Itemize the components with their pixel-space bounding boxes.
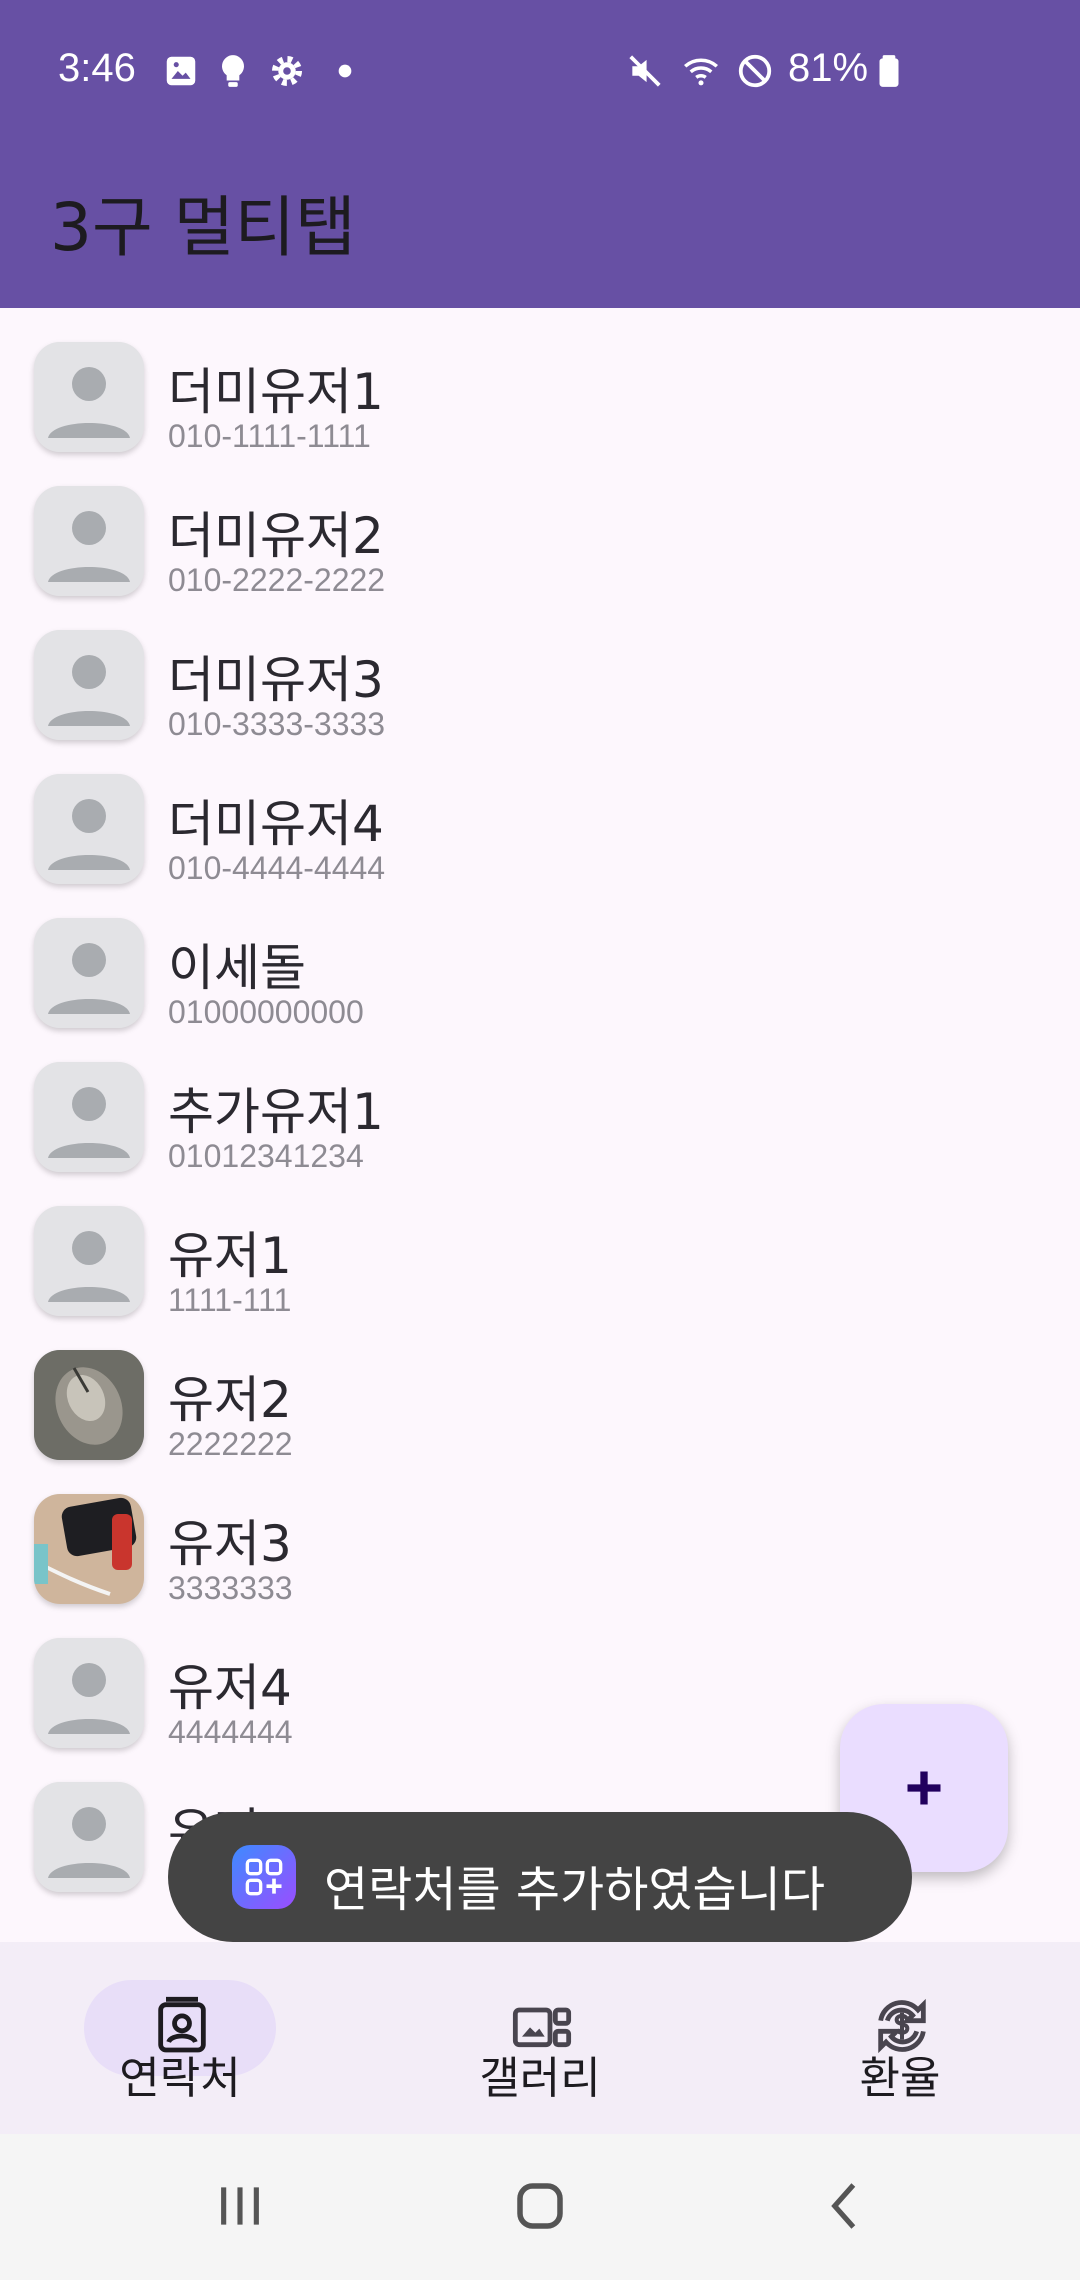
avatar-placeholder-icon — [34, 1062, 144, 1172]
contact-name: 유저3 — [168, 1515, 292, 1573]
nav-item-gallery[interactable]: 갤러리 — [360, 1942, 720, 2134]
avatar-placeholder-icon — [34, 630, 144, 740]
dot-icon — [338, 64, 352, 78]
nav-label-gallery: 갤러리 — [479, 2053, 601, 2104]
status-time: 3:46 — [58, 46, 136, 90]
gear-icon — [271, 55, 303, 87]
contact-name: 더미유저4 — [168, 795, 384, 853]
battery-percent: 81% — [788, 46, 869, 90]
avatar-placeholder-icon — [34, 918, 144, 1028]
contact-row[interactable]: 이세돌 01000000000 — [0, 884, 1080, 1030]
avatar-photo — [34, 1494, 144, 1604]
image-icon — [166, 56, 196, 86]
contact-row[interactable]: 더미유저2 010-2222-2222 — [0, 452, 1080, 598]
back-icon[interactable] — [816, 2176, 872, 2236]
contact-phone: 2222222 — [168, 1426, 293, 1462]
contact-name: 더미유저1 — [168, 363, 384, 421]
contact-row[interactable]: 더미유저4 010-4444-4444 — [0, 740, 1080, 886]
contact-row[interactable]: 추가유저1 01012341234 — [0, 1028, 1080, 1174]
page-title: 3구 멀티탭 — [50, 189, 356, 266]
contact-phone: 010-2222-2222 — [168, 562, 386, 598]
nav-item-exchange[interactable]: 환율 — [720, 1942, 1080, 2134]
contact-name: 이세돌 — [168, 939, 306, 997]
contact-phone: 010-4444-4444 — [168, 850, 386, 886]
wifi-icon — [684, 58, 718, 86]
nav-item-contacts[interactable]: 연락처 — [0, 1942, 360, 2134]
app-bar: 3:46 81% 3구 멀티탭 — [0, 0, 1080, 308]
contact-phone: 4444444 — [168, 1714, 293, 1750]
avatar-placeholder-icon — [34, 1206, 144, 1316]
contact-name: 유저1 — [168, 1227, 292, 1285]
status-bar: 3:46 81% — [0, 0, 1080, 140]
toast-message: 연락처를 추가하였습니다 — [168, 1812, 912, 1942]
contact-row[interactable]: 유저3 3333333 — [0, 1460, 1080, 1606]
battery-icon — [879, 55, 899, 87]
contact-list[interactable]: 더미유저1 010-1111-1111 더미유저2 010-2222-2222 더미유저… — [0, 308, 1080, 1942]
contact-row[interactable]: 더미유저3 010-3333-3333 — [0, 596, 1080, 742]
toast-text: 연락처를 추가하였습니다 — [324, 1862, 826, 1918]
contact-name: 유저4 — [168, 1659, 292, 1717]
home-icon[interactable] — [510, 2176, 570, 2236]
contact-phone: 010-3333-3333 — [168, 706, 386, 742]
contact-phone: 01000000000 — [168, 994, 364, 1030]
recent-apps-icon[interactable] — [212, 2176, 268, 2236]
avatar-photo — [34, 1350, 144, 1460]
nav-label-exchange: 환율 — [859, 2053, 941, 2104]
no-disturb-icon — [738, 54, 772, 88]
contact-phone: 1111-111 — [168, 1282, 292, 1318]
contact-name: 추가유저1 — [168, 1083, 384, 1141]
mute-icon — [629, 55, 661, 87]
contact-row[interactable]: 더미유저1 010-1111-1111 — [0, 308, 1080, 454]
contact-row[interactable]: 유저1 1111-111 — [0, 1172, 1080, 1318]
plus-icon — [907, 1771, 941, 1805]
avatar-placeholder-icon — [34, 486, 144, 596]
contact-phone: 01012341234 — [168, 1138, 364, 1174]
contact-name: 더미유저3 — [168, 651, 384, 709]
nav-label-contacts: 연락처 — [119, 2053, 241, 2104]
avatar-placeholder-icon — [34, 342, 144, 452]
avatar-placeholder-icon — [34, 774, 144, 884]
avatar-placeholder-icon — [34, 1782, 144, 1892]
bulb-icon — [222, 55, 244, 87]
avatar-placeholder-icon — [34, 1638, 144, 1748]
contact-phone: 3333333 — [168, 1570, 293, 1606]
contact-name: 더미유저2 — [168, 507, 384, 565]
bottom-navigation: 연락처 갤러리 환율 — [0, 1942, 1080, 2134]
contact-row[interactable]: 유저2 2222222 — [0, 1316, 1080, 1462]
contact-phone: 010-1111-1111 — [168, 418, 371, 454]
system-navigation-bar — [0, 2134, 1080, 2280]
app-icon — [232, 1845, 296, 1909]
contact-name: 유저2 — [168, 1371, 292, 1429]
